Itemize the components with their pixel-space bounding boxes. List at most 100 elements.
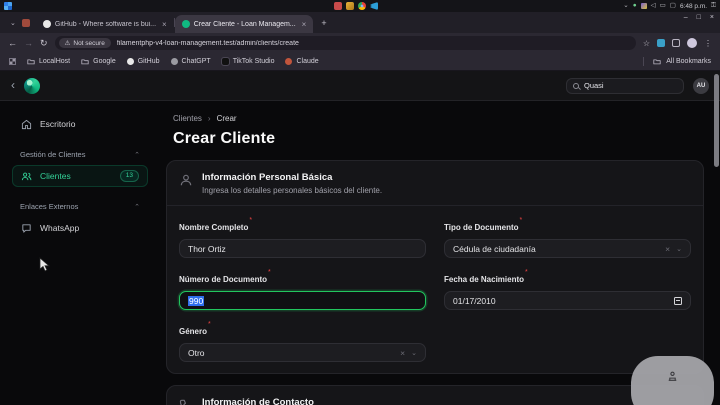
os-taskbar: ⌄ ● ◁ ▭ ▢ 6:48 p.m. ⚿: [0, 0, 720, 12]
form-grid: Nombre Completo* Thor Ortiz Tipo de Docu…: [179, 217, 691, 362]
url-text: filamentphp-v4-loan-management.test/admi…: [117, 40, 299, 47]
tiktok-icon: [222, 58, 229, 65]
taskbar-app-icon[interactable]: [334, 2, 342, 10]
notification-bell-icon[interactable]: ⚿: [711, 3, 716, 10]
chevron-down-icon[interactable]: ⌄: [411, 349, 417, 357]
bookmark-chatgpt[interactable]: ChatGPT: [171, 58, 211, 65]
speaker-icon[interactable]: ◁: [651, 3, 656, 10]
tipo-documento-select[interactable]: Cédula de ciudadanía × ⌄: [444, 239, 691, 258]
search-icon: [573, 83, 579, 89]
app-logo[interactable]: [24, 78, 40, 94]
sidebar-group-enlaces[interactable]: Enlaces Externos ⌃: [20, 202, 140, 211]
tab-title: GitHub - Where software is bui...: [55, 21, 156, 28]
user-avatar[interactable]: AU: [693, 78, 709, 94]
required-marker: *: [268, 269, 271, 276]
mic-icon[interactable]: ●: [633, 3, 637, 10]
field-numero-documento: Número de Documento* 990: [179, 269, 426, 310]
folder-icon: [81, 58, 89, 65]
bookmark-claude[interactable]: Claude: [285, 58, 318, 65]
sidebar-item-clientes[interactable]: Clientes 13: [12, 165, 148, 187]
tab-search-icon[interactable]: ⌄: [6, 19, 20, 27]
folder-app-icon[interactable]: [346, 2, 354, 10]
chevron-down-icon[interactable]: ⌄: [676, 245, 682, 253]
back-button[interactable]: ←: [8, 39, 17, 48]
sidebar-collapse-icon[interactable]: ‹: [11, 79, 15, 91]
breadcrumb-clientes[interactable]: Clientes: [173, 114, 202, 123]
sidebar-item-whatsapp[interactable]: WhatsApp: [12, 217, 148, 239]
required-marker: *: [249, 217, 252, 224]
section-title: Información Personal Básica: [202, 172, 382, 183]
forward-button[interactable]: →: [24, 39, 33, 48]
app-body: Escritorio Gestión de Clientes ⌃ Cliente…: [0, 101, 720, 405]
numero-documento-input[interactable]: 990: [179, 291, 426, 310]
toolbar-icons: ☆ ⋮: [643, 38, 712, 48]
sidebar: Escritorio Gestión de Clientes ⌃ Cliente…: [0, 101, 160, 405]
bookmark-google[interactable]: Google: [81, 58, 116, 65]
section-informacion-contacto: Información de Contacto Proporcione los …: [166, 385, 704, 405]
close-window-button[interactable]: ×: [710, 14, 714, 21]
section-header: Información Personal Básica Ingresa los …: [179, 172, 691, 195]
search-value: Quasi: [584, 81, 604, 90]
new-tab-button[interactable]: +: [313, 18, 334, 28]
section-header: Información de Contacto Proporcione los …: [179, 397, 691, 405]
vscode-icon[interactable]: [370, 2, 378, 10]
apps-grid-icon[interactable]: [9, 58, 16, 65]
warning-icon: ⚠: [65, 39, 71, 47]
tab-title: Crear Cliente - Loan Managem...: [194, 21, 296, 28]
page-scrollbar[interactable]: [714, 74, 719, 167]
browser-menu-icon[interactable]: ⋮: [704, 39, 712, 48]
minimize-button[interactable]: –: [684, 14, 688, 21]
folder-tray-icon[interactable]: ▭: [660, 3, 666, 10]
section-title: Información de Contacto: [202, 397, 371, 405]
pinned-tab-icon[interactable]: [22, 19, 30, 27]
genero-select[interactable]: Otro × ⌄: [179, 343, 426, 362]
all-bookmarks[interactable]: All Bookmarks: [643, 57, 711, 66]
phone-icon: [179, 398, 193, 405]
extensions-puzzle-icon[interactable]: [672, 39, 680, 47]
bookmark-tiktok-studio[interactable]: TikTok Studio: [222, 58, 275, 65]
users-icon: [21, 171, 32, 182]
screen-capture-icon[interactable]: [641, 3, 647, 9]
selected-text: 990: [188, 296, 204, 306]
clientes-count-badge: 13: [120, 170, 139, 182]
chevron-up-icon: ⌃: [134, 203, 140, 211]
required-marker: *: [525, 269, 528, 276]
calendar-icon[interactable]: [674, 297, 682, 305]
folder-icon: [653, 58, 661, 65]
github-icon: [127, 58, 134, 65]
tab-close-icon[interactable]: ×: [162, 20, 167, 29]
clear-icon[interactable]: ×: [400, 348, 405, 358]
clear-icon[interactable]: ×: [665, 244, 670, 254]
reload-button[interactable]: ↻: [40, 39, 48, 48]
breadcrumb: Clientes › Crear: [173, 114, 704, 123]
camera-overlay-bubble[interactable]: [631, 356, 714, 405]
taskbar-clock[interactable]: 6:48 p.m.: [680, 3, 707, 10]
global-search-input[interactable]: Quasi: [566, 78, 684, 94]
tab-close-icon[interactable]: ×: [302, 20, 307, 29]
sidebar-group-gestion[interactable]: Gestión de Clientes ⌃: [20, 150, 140, 159]
tray-chevron-icon[interactable]: ⌄: [623, 3, 628, 10]
main-content: Clientes › Crear Crear Cliente Informaci…: [160, 101, 720, 405]
security-chip[interactable]: ⚠ Not secure: [59, 38, 111, 48]
bookmark-github[interactable]: GitHub: [127, 58, 160, 65]
profile-avatar[interactable]: [687, 38, 697, 48]
bookmark-star-icon[interactable]: ☆: [643, 39, 650, 48]
app-topbar: ‹ Quasi AU: [0, 71, 720, 101]
tab-github[interactable]: GitHub - Where software is bui... ×: [36, 15, 174, 33]
chrome-icon[interactable]: [358, 2, 366, 10]
filament-app: ‹ Quasi AU Escritorio Gestión de Cliente…: [0, 71, 720, 405]
tab-crear-cliente[interactable]: Crear Cliente - Loan Managem... ×: [175, 15, 314, 33]
address-bar[interactable]: ⚠ Not secure filamentphp-v4-loan-managem…: [55, 36, 636, 50]
sidebar-item-escritorio[interactable]: Escritorio: [12, 113, 148, 135]
chatgpt-icon: [171, 58, 178, 65]
person-icon: [179, 173, 193, 187]
nombre-completo-input[interactable]: Thor Ortiz: [179, 239, 426, 258]
window-tray-icon[interactable]: ▢: [670, 3, 676, 10]
fecha-nacimiento-input[interactable]: 01/17/2010: [444, 291, 691, 310]
extension-icon[interactable]: [657, 39, 665, 47]
breadcrumb-crear: Crear: [217, 114, 237, 123]
bookmark-localhost[interactable]: LocalHost: [27, 58, 70, 65]
windows-start-icon[interactable]: [4, 2, 12, 10]
field-fecha-nacimiento: Fecha de Nacimiento* 01/17/2010: [444, 269, 691, 310]
maximize-button[interactable]: □: [697, 14, 701, 21]
